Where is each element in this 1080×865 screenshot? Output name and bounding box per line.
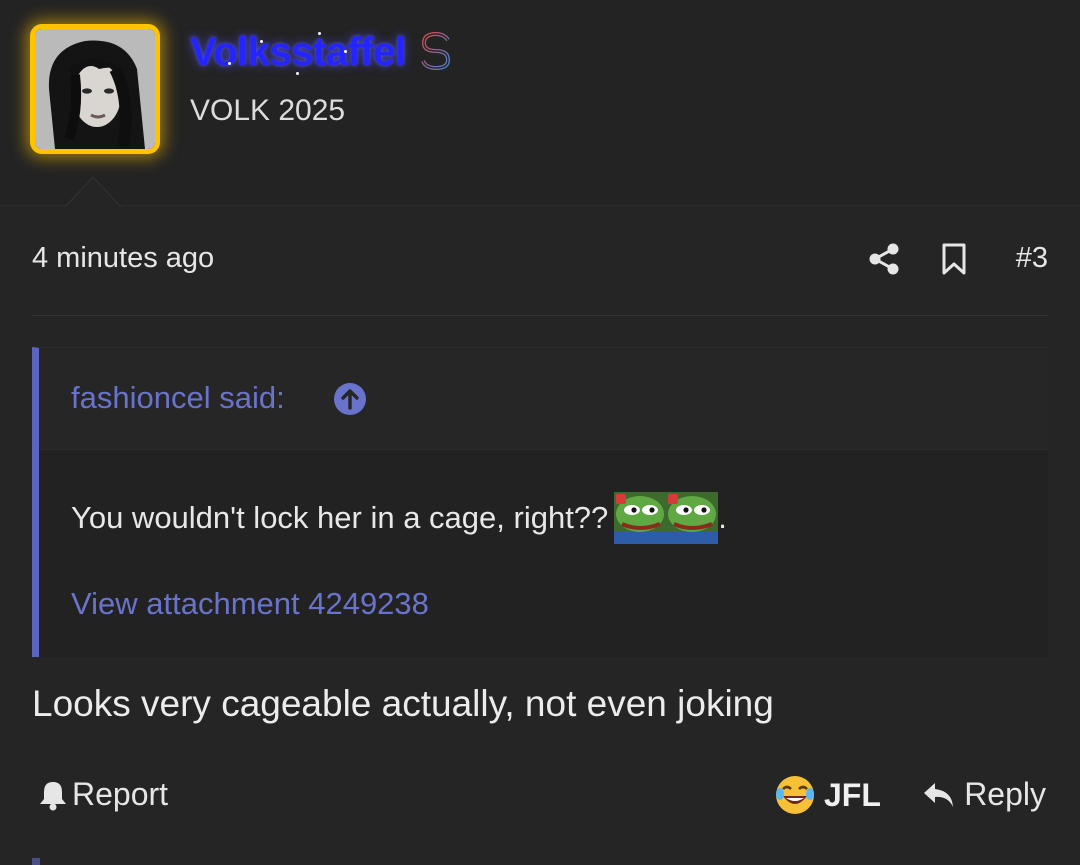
pepe-emoji bbox=[666, 492, 719, 544]
reaction-label: JFL bbox=[824, 776, 881, 813]
report-button[interactable]: Report bbox=[38, 776, 168, 813]
user-title: VOLK 2025 bbox=[190, 94, 346, 127]
avatar[interactable] bbox=[30, 24, 160, 154]
avatar-image bbox=[35, 29, 155, 149]
quote-text: You wouldn't lock her in a cage, right?? bbox=[71, 492, 727, 544]
post-meta: 4 minutes ago #3 bbox=[32, 232, 1048, 316]
post-number[interactable]: #3 bbox=[1016, 242, 1048, 275]
quote-header: fashioncel said: bbox=[39, 348, 1048, 450]
header-pointer bbox=[64, 176, 122, 208]
report-label: Report bbox=[72, 776, 169, 812]
quote-block: fashioncel said: You wouldn't lock her i… bbox=[32, 347, 1048, 657]
post-body: Looks very cageable actually, not even j… bbox=[32, 683, 774, 724]
quote-text-suffix: . bbox=[718, 500, 727, 535]
laughing-crying-emoji-icon bbox=[776, 776, 814, 814]
user-header: Volksstaffel VOLK 2025 bbox=[0, 0, 1080, 206]
post-actions: Report JFL Reply bbox=[32, 770, 1048, 826]
bell-icon bbox=[40, 781, 66, 810]
attachment-link[interactable]: View attachment 4249238 bbox=[71, 586, 429, 622]
quote-text-content: You wouldn't lock her in a cage, right?? bbox=[71, 500, 609, 535]
reaction-button[interactable]: JFL bbox=[774, 774, 881, 816]
quote-author-link[interactable]: fashioncel said: bbox=[71, 380, 285, 416]
next-post-edge bbox=[32, 858, 40, 865]
dollar-icon bbox=[421, 28, 451, 74]
pepe-emoji-row bbox=[614, 492, 719, 544]
reply-button[interactable]: Reply bbox=[922, 776, 1046, 813]
reply-label: Reply bbox=[964, 776, 1046, 812]
pepe-emoji bbox=[614, 492, 667, 544]
bookmark-icon[interactable] bbox=[940, 242, 968, 276]
share-icon[interactable] bbox=[868, 242, 900, 276]
username[interactable]: Volksstaffel bbox=[190, 30, 406, 75]
post-timestamp[interactable]: 4 minutes ago bbox=[32, 242, 214, 275]
arrow-up-circle-icon[interactable] bbox=[333, 382, 367, 416]
reply-arrow-icon bbox=[924, 782, 954, 807]
